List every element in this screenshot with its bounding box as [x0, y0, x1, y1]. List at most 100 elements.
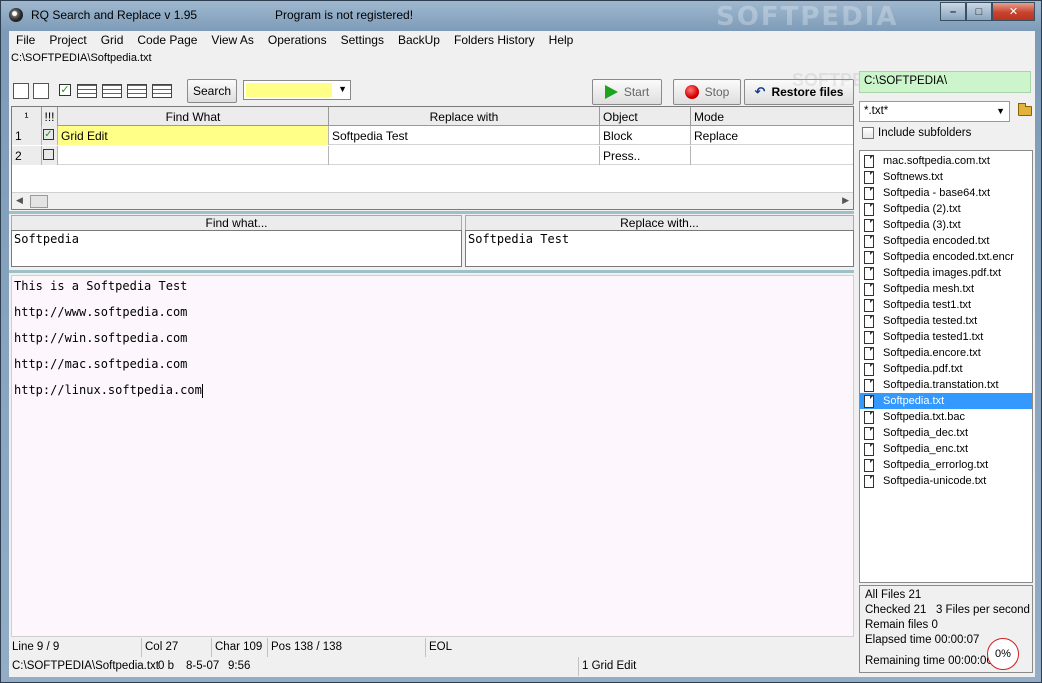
list-item[interactable]: Softpedia_enc.txt [860, 441, 1032, 457]
table-row[interactable]: 1 ✓ Grid Edit Softpedia Test Block Repla… [12, 126, 853, 145]
file-name: Softpedia test1.txt [883, 299, 972, 311]
file-name: Softpedia encoded.txt [883, 235, 990, 247]
registration-notice: Program is not registered! [275, 8, 414, 22]
find-cell[interactable]: Grid Edit [58, 126, 329, 145]
list-item[interactable]: Softpedia.txt.bac [860, 409, 1032, 425]
text-editor[interactable]: This is a Softpedia Test http://www.soft… [11, 275, 854, 637]
menu-project[interactable]: Project [42, 31, 93, 50]
col-find-header[interactable]: Find What [58, 107, 329, 126]
grid-save-icon[interactable] [152, 84, 172, 98]
object-cell[interactable]: Press.. [600, 146, 691, 165]
list-item[interactable]: Softpedia encoded.txt.encr [860, 249, 1032, 265]
list-item[interactable]: mac.softpedia.com.txt [860, 153, 1032, 169]
add-row-icon[interactable] [13, 83, 29, 99]
status-grid-info: 1 Grid Edit [582, 660, 637, 672]
list-item[interactable]: Softpedia tested1.txt [860, 329, 1032, 345]
title-bar[interactable]: RQ Search and Replace v 1.95 Program is … [1, 1, 1041, 32]
document-icon [864, 378, 874, 392]
menu-operations[interactable]: Operations [261, 31, 334, 50]
list-item[interactable]: Softpedia_dec.txt [860, 425, 1032, 441]
editor-line-text: http://linux.softpedia.com [14, 383, 202, 397]
menu-file[interactable]: File [9, 31, 42, 50]
list-item[interactable]: Softpedia_errorlog.txt [860, 457, 1032, 473]
search-button[interactable]: Search [187, 79, 237, 103]
document-icon [864, 218, 874, 232]
menu-grid[interactable]: Grid [94, 31, 131, 50]
list-item[interactable]: Softpedia - base64.txt [860, 185, 1032, 201]
mode-cell[interactable] [691, 146, 853, 165]
folder-path[interactable]: C:\SOFTPEDIA\ [859, 71, 1031, 93]
window-title: RQ Search and Replace v 1.95 [31, 8, 198, 22]
search-combo[interactable]: ▼ [243, 80, 351, 100]
list-item[interactable]: Softpedia.pdf.txt [860, 361, 1032, 377]
app-icon[interactable] [9, 8, 23, 22]
scroll-thumb[interactable] [30, 195, 48, 208]
object-cell[interactable]: Block [600, 126, 691, 145]
col-flag-header[interactable]: !!! [42, 107, 58, 126]
list-item[interactable]: Softpedia encoded.txt [860, 233, 1032, 249]
splitter[interactable] [9, 270, 854, 273]
scroll-right-icon[interactable]: ▶ [842, 195, 849, 206]
file-name: Softpedia (3).txt [883, 219, 961, 231]
document-icon [864, 394, 874, 408]
col-mode-header[interactable]: Mode [691, 107, 853, 126]
menu-help[interactable]: Help [542, 31, 581, 50]
splitter[interactable] [9, 211, 854, 214]
grid-load-icon[interactable] [127, 84, 147, 98]
scroll-left-icon[interactable]: ◀ [16, 195, 23, 206]
include-subfolders-checkbox[interactable] [862, 127, 874, 139]
start-button[interactable]: Start [592, 79, 662, 105]
list-item[interactable]: Softpedia images.pdf.txt [860, 265, 1032, 281]
status-time: 9:56 [225, 657, 579, 676]
clear-grid-icon[interactable] [77, 84, 97, 98]
list-item[interactable]: Softpedia mesh.txt [860, 281, 1032, 297]
window-controls: – □ ✕ [940, 2, 1035, 21]
file-list[interactable]: mac.softpedia.com.txt Softnews.txt Softp… [859, 150, 1033, 583]
replace-cell[interactable] [329, 146, 600, 165]
stop-button[interactable]: Stop [673, 79, 741, 105]
replace-with-field[interactable]: Softpedia Test [465, 230, 854, 267]
list-item[interactable]: Softpedia.encore.txt [860, 345, 1032, 361]
row-checkbox-cell[interactable]: ✓ [42, 126, 58, 145]
grid-icon[interactable] [102, 84, 122, 98]
file-name: Softpedia-unicode.txt [883, 475, 987, 487]
grid-horizontal-scrollbar[interactable]: ◀ ▶ [12, 192, 853, 209]
check-all-icon[interactable]: ✓ [59, 84, 71, 96]
row-checkbox[interactable] [43, 149, 54, 160]
col-number-header[interactable]: ¹ [12, 107, 42, 126]
row-checkbox[interactable]: ✓ [43, 129, 54, 140]
list-item[interactable]: Softpedia tested.txt [860, 313, 1032, 329]
menu-code-page[interactable]: Code Page [130, 31, 204, 50]
minimize-button[interactable]: – [940, 2, 966, 21]
list-item[interactable]: Softpedia test1.txt [860, 297, 1032, 313]
list-item[interactable]: Softpedia.transtation.txt [860, 377, 1032, 393]
list-item[interactable]: Softpedia-unicode.txt [860, 473, 1032, 489]
browse-folder-button[interactable] [1015, 101, 1035, 122]
col-replace-header[interactable]: Replace with [329, 107, 600, 126]
close-button[interactable]: ✕ [992, 2, 1035, 21]
include-subfolders-option[interactable]: Include subfolders [862, 127, 971, 139]
menu-view-as[interactable]: View As [204, 31, 260, 50]
table-row[interactable]: 2 Press.. [12, 146, 853, 165]
find-what-field[interactable]: Softpedia [11, 230, 462, 267]
chevron-down-icon[interactable]: ▼ [996, 106, 1005, 116]
col-object-header[interactable]: Object [600, 107, 691, 126]
menu-bar: File Project Grid Code Page View As Oper… [9, 31, 1035, 50]
file-mask-select[interactable]: *.txt* ▼ [859, 101, 1010, 122]
stop-button-label: Stop [704, 85, 730, 99]
menu-folders-history[interactable]: Folders History [447, 31, 542, 50]
list-item-selected[interactable]: Softpedia.txt [860, 393, 1032, 409]
chevron-down-icon[interactable]: ▼ [338, 84, 347, 94]
document-icon [864, 298, 874, 312]
delete-row-icon[interactable] [33, 83, 49, 99]
find-cell[interactable] [58, 146, 329, 165]
mode-cell[interactable]: Replace [691, 126, 853, 145]
replace-cell[interactable]: Softpedia Test [329, 126, 600, 145]
row-checkbox-cell[interactable] [42, 146, 58, 165]
list-item[interactable]: Softnews.txt [860, 169, 1032, 185]
list-item[interactable]: Softpedia (3).txt [860, 217, 1032, 233]
list-item[interactable]: Softpedia (2).txt [860, 201, 1032, 217]
maximize-button[interactable]: □ [966, 2, 992, 21]
menu-backup[interactable]: BackUp [391, 31, 447, 50]
menu-settings[interactable]: Settings [334, 31, 391, 50]
